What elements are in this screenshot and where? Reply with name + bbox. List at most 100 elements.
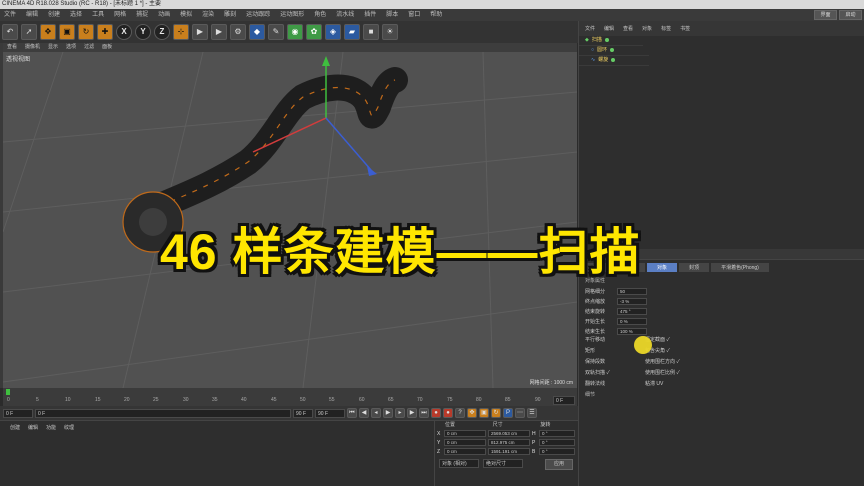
live-select-icon[interactable]: ➚ <box>21 24 37 40</box>
menu-item[interactable]: 编辑 <box>26 9 38 21</box>
position-z-field[interactable]: 0 cm <box>444 448 486 455</box>
coordinate-mode-select[interactable]: 对象 (相对) <box>439 459 479 468</box>
menu-item[interactable]: 窗口 <box>408 9 420 21</box>
end-growth-field[interactable]: 100 % <box>617 327 647 335</box>
apply-button[interactable]: 应用 <box>545 459 574 470</box>
object-row-circle[interactable]: ○ 圆环 <box>579 46 649 56</box>
tab-object[interactable]: 对象 <box>647 263 678 272</box>
object-menu-item[interactable]: 标签 <box>661 25 671 32</box>
material-menu-item[interactable]: 纹理 <box>64 424 74 431</box>
checkbox-option[interactable]: 保持段数 <box>585 358 645 367</box>
coordinate-system-icon[interactable]: ⊹ <box>173 24 189 40</box>
next-frame-icon[interactable]: ▸ <box>395 408 405 418</box>
checkbox-option[interactable]: 包含尖角 ✓ <box>645 347 705 356</box>
scale-icon[interactable]: ▣ <box>59 24 75 40</box>
record-icon[interactable]: ● <box>431 408 441 418</box>
floor-icon[interactable]: ▰ <box>344 24 360 40</box>
rotate-icon[interactable]: ↻ <box>78 24 94 40</box>
material-menu-item[interactable]: 功能 <box>46 424 56 431</box>
rotation-b-field[interactable]: 0 ° <box>539 448 575 455</box>
position-y-field[interactable]: 0 cm <box>444 439 486 446</box>
timeline-menu-icon[interactable]: ☰ <box>527 408 537 418</box>
object-menu-item[interactable]: 查看 <box>623 25 633 32</box>
object-menu-item[interactable]: 书签 <box>680 25 690 32</box>
pen-icon[interactable]: ✎ <box>268 24 284 40</box>
object-row-sweep[interactable]: ◆ 扫描 <box>579 36 643 46</box>
checkbox-option[interactable]: 使用围栏比例 ✓ <box>645 369 705 378</box>
checkbox-option[interactable]: 恒定截面 ✓ <box>645 336 705 345</box>
tab-caps[interactable]: 封顶 <box>679 263 710 272</box>
object-menu-item[interactable]: 文件 <box>585 25 595 32</box>
menu-item[interactable]: 运动图形 <box>280 9 304 21</box>
deformer-icon[interactable]: ◈ <box>325 24 341 40</box>
rotation-h-field[interactable]: 0 ° <box>539 430 575 437</box>
start-growth-field[interactable]: 0 % <box>617 317 647 325</box>
material-menu-item[interactable]: 创建 <box>10 424 20 431</box>
menu-item[interactable]: 网格 <box>114 9 126 21</box>
visibility-dot[interactable] <box>604 38 609 42</box>
render-picture-viewer-icon[interactable]: ▶ <box>211 24 227 40</box>
start-frame-field[interactable]: 0 F <box>3 408 33 418</box>
menu-item[interactable]: 帮助 <box>430 9 442 21</box>
play-icon[interactable]: ▶ <box>383 408 393 418</box>
go-to-end-icon[interactable]: ⏭ <box>419 408 429 418</box>
viewport-menu-item[interactable]: 显示 <box>48 43 58 52</box>
tab-phong[interactable]: 平滑着色(Phong) <box>711 263 769 272</box>
menu-item[interactable]: 渲染 <box>202 9 214 21</box>
next-key-icon[interactable]: ▶ <box>407 408 417 418</box>
menu-item[interactable]: 插件 <box>364 9 376 21</box>
menu-item[interactable]: 创建 <box>48 9 60 21</box>
key-position-icon[interactable]: ✥ <box>467 408 477 418</box>
recent-tool-icon[interactable]: ✚ <box>97 24 113 40</box>
menu-item[interactable]: 运动跟踪 <box>246 9 270 21</box>
key-pla-icon[interactable]: ⋯ <box>515 408 525 418</box>
menu-item[interactable]: 文件 <box>4 9 16 21</box>
key-selection-icon[interactable]: ? <box>455 408 465 418</box>
isoparm-field[interactable]: 50 <box>617 287 647 295</box>
menu-item[interactable]: 选择 <box>70 9 82 21</box>
rotation-p-field[interactable]: 0 ° <box>539 439 575 446</box>
viewport-menu-item[interactable]: 面板 <box>102 43 112 52</box>
checkbox-option[interactable]: 翻转法线 <box>585 380 645 389</box>
visibility-dot[interactable] <box>611 58 616 62</box>
subdivision-icon[interactable]: ◉ <box>287 24 303 40</box>
timeline[interactable]: 0 5 10 15 20 25 30 35 40 45 50 55 60 65 … <box>3 388 577 406</box>
menu-item[interactable]: 工具 <box>92 9 104 21</box>
viewport-menu-item[interactable]: 查看 <box>7 43 17 52</box>
undo-icon[interactable]: ↶ <box>2 24 18 40</box>
checkbox-option[interactable]: 双轨扫描 ✓ <box>585 369 645 378</box>
menu-item[interactable]: 动画 <box>158 9 170 21</box>
object-menu-item[interactable]: 编辑 <box>604 25 614 32</box>
preview-range-slider[interactable]: 0 F <box>35 408 291 418</box>
menu-item[interactable]: 雕刻 <box>224 9 236 21</box>
auto-key-icon[interactable]: ● <box>443 408 453 418</box>
layout-button[interactable]: 界面 <box>814 10 837 20</box>
layout-button[interactable]: 启动 <box>839 10 862 20</box>
key-param-icon[interactable]: P <box>503 408 513 418</box>
object-row-helix[interactable]: ∿ 螺旋 <box>579 56 649 66</box>
preview-end-field[interactable]: 90 F <box>293 408 313 418</box>
viewport-menu-item[interactable]: 选项 <box>66 43 76 52</box>
y-axis-icon[interactable]: Y <box>135 24 151 40</box>
move-icon[interactable]: ✥ <box>40 24 56 40</box>
light-icon[interactable]: ☀ <box>382 24 398 40</box>
size-mode-select[interactable]: 绝对尺寸 <box>483 459 523 468</box>
object-menu-item[interactable]: 对象 <box>642 25 652 32</box>
viewport-menu-item[interactable]: 摄像机 <box>25 43 40 52</box>
menu-item[interactable]: 捕捉 <box>136 9 148 21</box>
visibility-dot[interactable] <box>610 48 615 52</box>
end-rotation-field[interactable]: 475 ° <box>617 307 647 315</box>
x-axis-icon[interactable]: X <box>116 24 132 40</box>
menu-item[interactable]: 脚本 <box>386 9 398 21</box>
size-x-field[interactable]: 2569.053 cm <box>488 430 530 437</box>
go-to-start-icon[interactable]: ⏮ <box>347 408 357 418</box>
size-y-field[interactable]: 812.975 cm <box>488 439 530 446</box>
detail-section[interactable]: 细节 <box>579 389 864 400</box>
size-z-field[interactable]: 1591.191 cm <box>488 448 530 455</box>
key-scale-icon[interactable]: ▣ <box>479 408 489 418</box>
prev-key-icon[interactable]: ◀ <box>359 408 369 418</box>
rope-sweep-object[interactable] <box>125 67 408 230</box>
checkbox-option[interactable]: 粘滞 UV <box>645 380 705 389</box>
end-scale-field[interactable]: -3 % <box>617 297 647 305</box>
checkbox-option[interactable]: 使用围栏方向 ✓ <box>645 358 705 367</box>
